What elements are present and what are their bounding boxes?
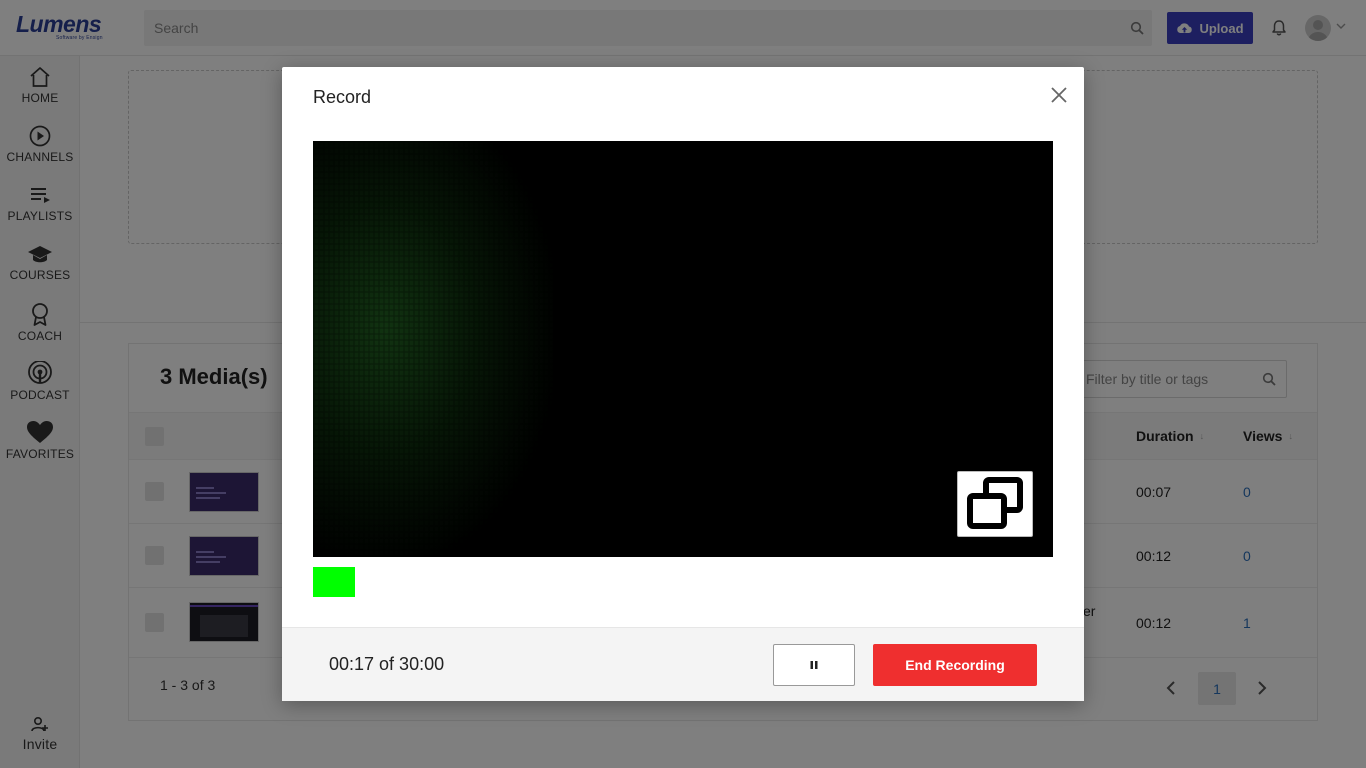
end-recording-button[interactable]: End Recording: [873, 644, 1037, 686]
record-dialog: Record 00:17 of 30:00 End Recording: [282, 67, 1084, 701]
camera-preview: [313, 141, 1053, 557]
picture-in-picture-button[interactable]: [957, 471, 1033, 537]
audio-level-indicator: [313, 567, 355, 597]
dialog-title: Record: [313, 87, 372, 107]
picture-in-picture-icon: [967, 477, 1023, 529]
dialog-footer: 00:17 of 30:00 End Recording: [282, 627, 1084, 701]
pause-icon: [810, 661, 818, 669]
pause-button[interactable]: [773, 644, 855, 686]
recording-timer: 00:17 of 30:00: [329, 654, 445, 674]
close-icon[interactable]: [1050, 86, 1068, 104]
